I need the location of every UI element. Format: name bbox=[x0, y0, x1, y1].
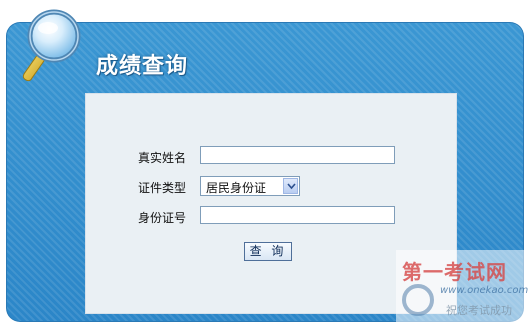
magnifier-icon bbox=[22, 9, 81, 82]
id-number-label: 身份证号 bbox=[138, 211, 187, 225]
id-number-input[interactable] bbox=[200, 206, 395, 224]
watermark-slogan: 祝您考试成功 bbox=[446, 304, 512, 317]
watermark-url: www.onekao.com bbox=[440, 285, 529, 296]
site-watermark: 第一考试网 www.onekao.com 祝您考试成功 bbox=[396, 250, 530, 326]
id-type-selected-value: 居民身份证 bbox=[206, 181, 267, 195]
name-label: 真实姓名 bbox=[138, 151, 187, 165]
query-button[interactable]: 查 询 bbox=[244, 242, 292, 261]
watermark-title: 第一考试网 bbox=[402, 260, 507, 284]
watermark-logo-icon bbox=[402, 284, 434, 316]
page-title: 成绩查询 bbox=[96, 54, 189, 79]
chevron-down-icon[interactable] bbox=[283, 178, 298, 194]
id-type-select[interactable]: 居民身份证 bbox=[200, 176, 300, 196]
id-type-label: 证件类型 bbox=[138, 181, 187, 195]
name-input[interactable] bbox=[200, 146, 395, 164]
